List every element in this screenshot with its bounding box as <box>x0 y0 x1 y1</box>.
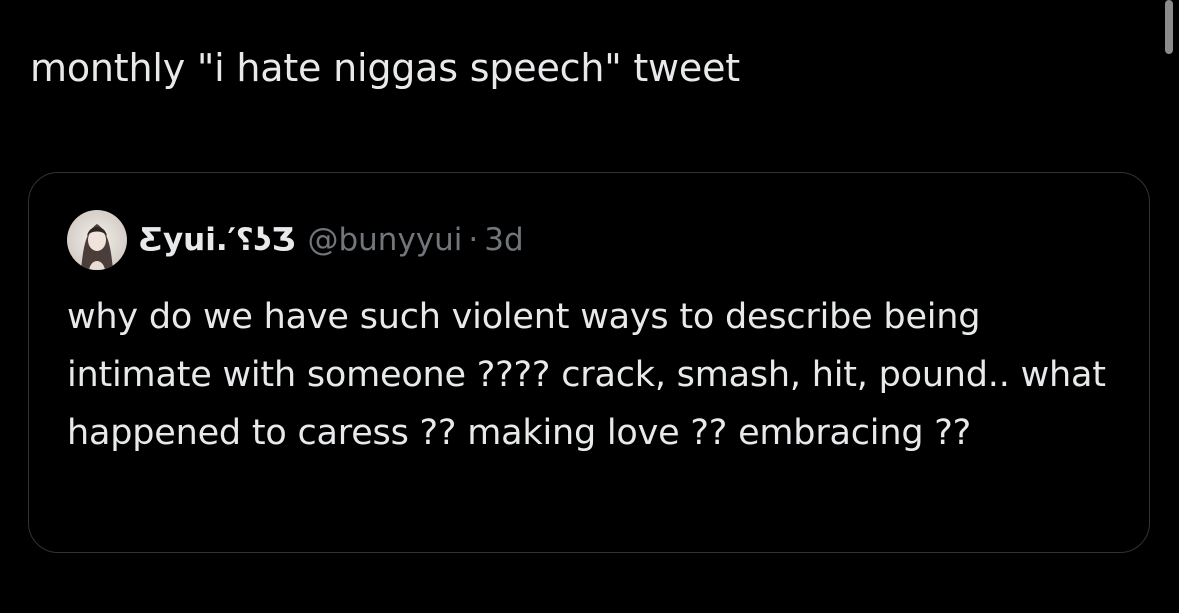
avatar[interactable] <box>67 210 127 270</box>
quoted-tweet-text: why do we have such violent ways to desc… <box>67 297 1106 453</box>
tweet-text: monthly "i hate niggas speech" tweet <box>30 46 740 90</box>
quoted-tweet-header: Ƹyui.′⸮ʖƷ @bunyyui · 3d <box>67 209 524 271</box>
separator-dot: · <box>468 222 479 258</box>
quoted-tweet-card[interactable]: Ƹyui.′⸮ʖƷ @bunyyui · 3d why do we have s… <box>28 172 1150 553</box>
scrollbar[interactable] <box>1165 0 1173 54</box>
timestamp[interactable]: 3d <box>484 222 523 258</box>
username-handle[interactable]: @bunyyui <box>307 222 462 258</box>
display-name[interactable]: Ƹyui.′⸮ʖƷ <box>139 222 295 258</box>
avatar-image <box>67 210 127 270</box>
